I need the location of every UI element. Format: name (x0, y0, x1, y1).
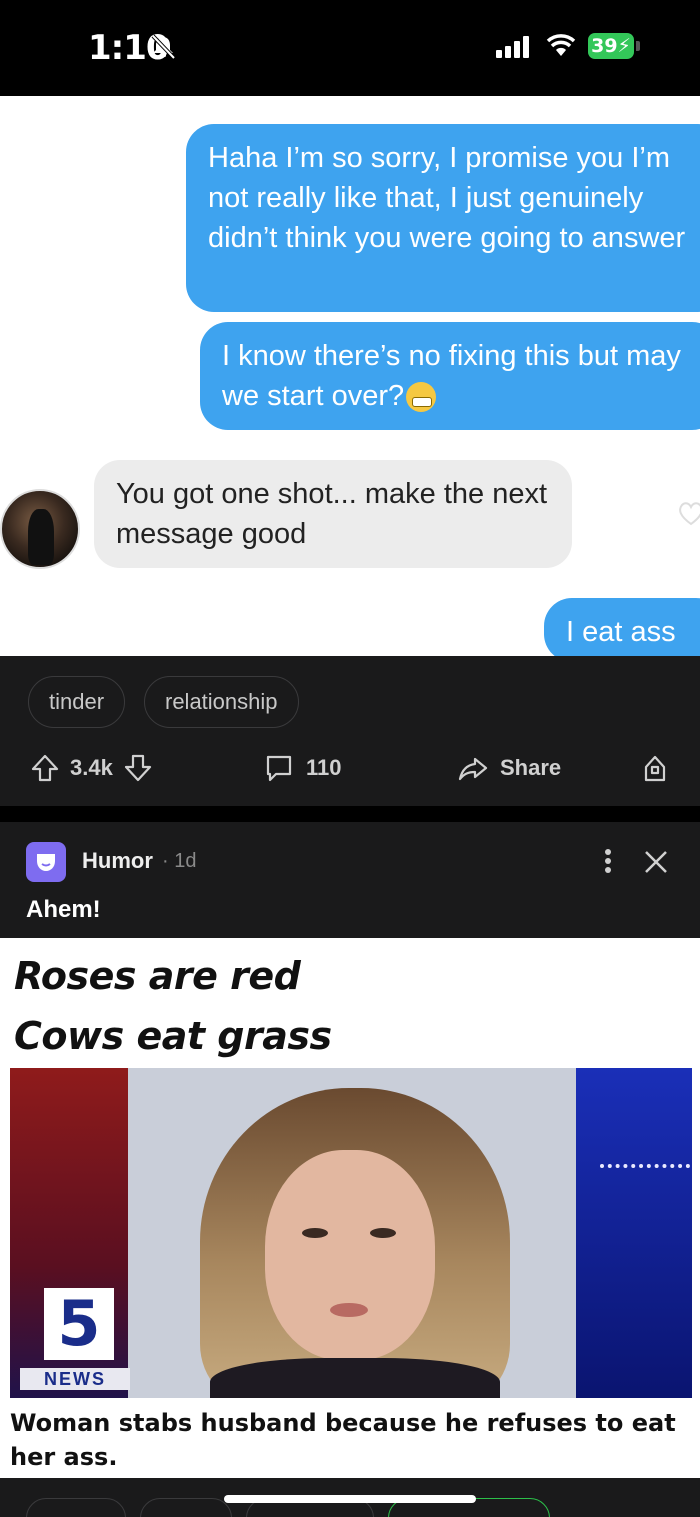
comment-icon (266, 755, 292, 782)
downvote-icon[interactable] (123, 753, 153, 783)
received-message-bubble: You got one shot... make the next messag… (94, 460, 572, 568)
vote-count: 3.4k (70, 755, 113, 780)
close-icon[interactable] (642, 848, 670, 876)
avatar (0, 489, 80, 569)
tag-chip[interactable] (140, 1498, 232, 1517)
share-label: Share (500, 755, 562, 780)
post-footer: tinder relationship 3.4k 110 Share (0, 656, 700, 806)
battery-cap (636, 41, 640, 51)
feed-divider (0, 806, 700, 822)
sent-message-bubble: Haha I’m so sorry, I promise you I’m not… (186, 124, 700, 312)
more-options-icon[interactable] (596, 846, 620, 876)
home-indicator[interactable] (224, 1495, 476, 1503)
comments-button[interactable]: 110 (264, 748, 342, 788)
award-button[interactable] (640, 748, 670, 788)
news-screenshot: 5 NEWS (10, 1068, 692, 1398)
news-channel-label: NEWS (20, 1368, 130, 1390)
mugshot-eye (370, 1228, 396, 1238)
news-graphic-dots (600, 1164, 690, 1168)
tag-chip-relationship[interactable]: relationship (144, 676, 299, 728)
wifi-icon (546, 34, 576, 56)
award-icon (644, 755, 666, 782)
tag-chip[interactable] (26, 1498, 126, 1517)
post-actions: 3.4k 110 Share (0, 748, 700, 788)
message-text: I know there’s no fixing this but may we… (222, 340, 681, 412)
mugshot-eye (302, 1228, 328, 1238)
mugshot-shirt (210, 1358, 500, 1398)
chat-screenshot: Haha I’m so sorry, I promise you I’m not… (0, 96, 700, 656)
battery-icon: 39⚡ (588, 33, 634, 59)
upvote-icon[interactable] (30, 753, 60, 783)
status-bar: 1:10 39⚡ (0, 0, 700, 96)
sent-message-bubble: I know there’s no fixing this but may we… (200, 322, 700, 430)
battery-level: 39 (591, 35, 618, 57)
community-icon[interactable] (26, 842, 66, 882)
tag-chip-tinder[interactable]: tinder (28, 676, 126, 728)
post-title[interactable]: Ahem! (26, 896, 101, 924)
cellular-signal-icon (496, 36, 529, 58)
news-caption: Woman stabs husband because he refuses t… (10, 1409, 676, 1471)
vote-control: 3.4k (30, 748, 153, 788)
news-channel-logo: 5 (44, 1288, 114, 1360)
community-name[interactable]: Humor (82, 848, 153, 874)
sent-message-bubble: I eat ass (544, 598, 700, 656)
share-button[interactable]: Share (458, 748, 561, 788)
mugshot-face (265, 1150, 435, 1360)
mugshot-lips (330, 1303, 368, 1317)
post-image[interactable]: Roses are red Cows eat grass 5 NEWS Woma… (0, 938, 700, 1478)
post-age: · 1d (162, 850, 197, 872)
comment-count: 110 (306, 755, 342, 780)
grimacing-emoji-icon (406, 382, 437, 413)
post-header: Humor · 1d Ahem! (0, 822, 700, 938)
share-arrow-icon (458, 757, 488, 781)
meme-line-2: Cows eat grass (14, 1014, 332, 1058)
next-post-tags-peek (0, 1478, 700, 1517)
bell-slash-icon (151, 34, 176, 60)
theater-mask-icon (37, 854, 55, 871)
news-graphic-right (572, 1068, 692, 1398)
meme-line-1: Roses are red (14, 954, 301, 998)
heart-icon (679, 502, 700, 526)
